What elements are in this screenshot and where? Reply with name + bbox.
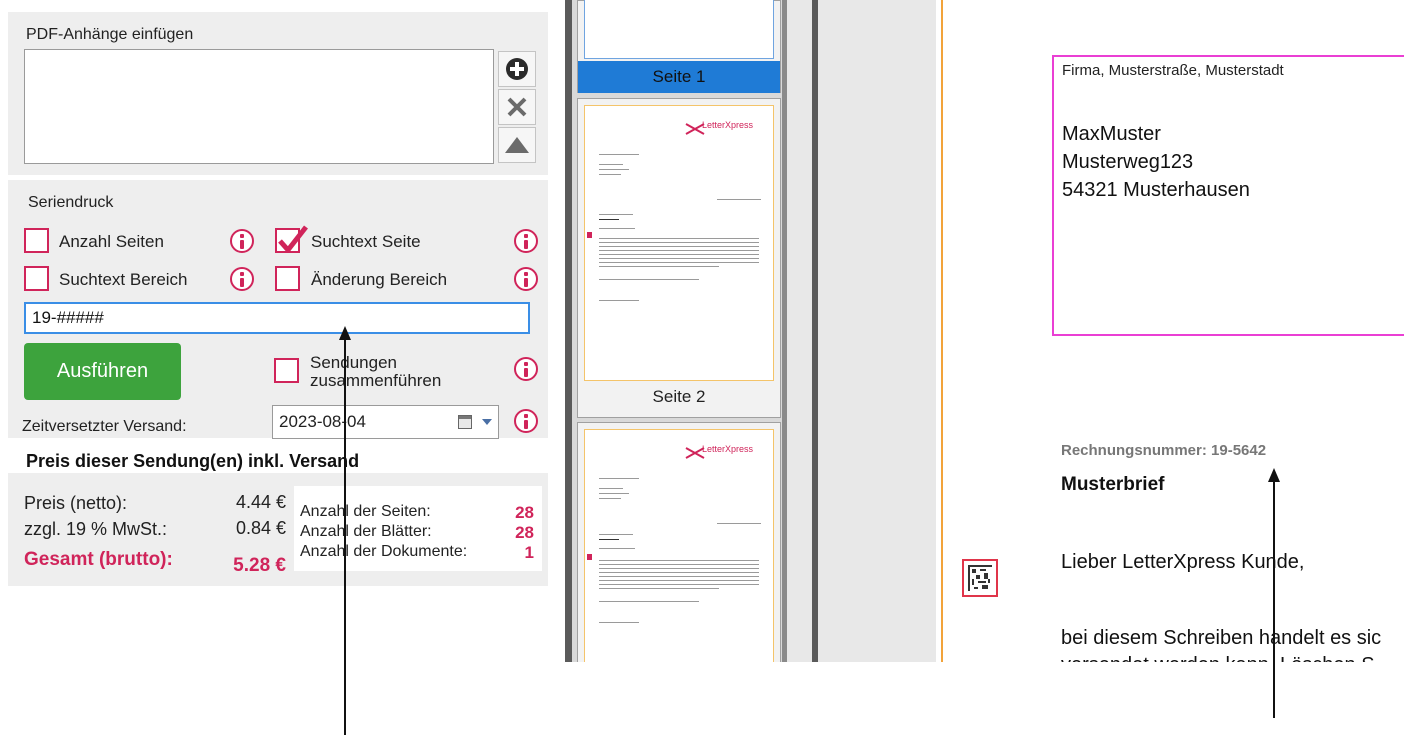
annotation-arrow-search [344,340,346,735]
chevron-down-icon[interactable] [482,419,492,425]
date-value: 2023-08-04 [279,412,366,431]
checkbox-search-area[interactable] [24,266,49,291]
info-icon[interactable] [514,357,538,381]
document-count-label: Anzahl der Dokumente: [300,543,468,560]
net-price-label: Preis (netto): [24,493,128,513]
thumbnail-divider-right [812,0,818,662]
run-button[interactable]: Ausführen [24,343,181,400]
serial-print-panel: Seriendruck Anzahl Seiten Suchtext Seite… [8,180,548,439]
attachments-list[interactable] [24,49,494,164]
date-picker[interactable]: 2023-08-04 [272,405,499,439]
page-preview: LetterXpress [584,429,774,669]
page-thumbnail-1[interactable]: Seite 1 [577,0,781,93]
page-border-line [941,0,943,662]
merge-shipments-line2: zusammenführen [310,371,442,390]
price-heading: Preis dieser Sendung(en) inkl. Versand [26,451,360,471]
page-label: Seite 1 [578,61,780,93]
info-icon[interactable] [514,229,538,253]
serial-print-title: Seriendruck [28,194,114,211]
price-summary: Preis (netto): 4.44 € zzgl. 19 % MwSt.: … [8,473,548,586]
logo-text: LetterXpress [701,120,753,130]
search-text-input[interactable] [24,302,530,334]
thumbnail-scrollbar[interactable] [782,0,787,662]
sheet-count-label: Anzahl der Blätter: [300,523,432,540]
total-price-label: Gesamt (brutto): [24,549,173,570]
vat-value: 0.84 € [235,518,286,538]
annotation-arrowhead-search [339,326,351,340]
checkbox-search-area-label: Suchtext Bereich [59,270,188,289]
net-price-value: 4.44 € [235,492,286,512]
delayed-shipping-label: Zeitversetzter Versand: [22,418,187,435]
add-attachment-button[interactable] [498,51,536,87]
vat-label: zzgl. 19 % MwSt.: [24,519,168,539]
logo-text: LetterXpress [701,444,753,454]
info-icon[interactable] [514,409,538,433]
datamatrix-code-icon [962,559,998,597]
thumbnail-divider-left [565,0,572,662]
page-count-value: 28 [515,503,534,522]
plus-circle-icon [506,58,528,80]
bottom-margin [0,662,1404,737]
sender-line: Firma, Musterstraße, Musterstadt [1062,62,1284,79]
calendar-icon[interactable] [458,415,472,429]
arrow-up-icon [505,137,529,153]
remove-attachment-button[interactable] [498,89,536,125]
total-price-value: 5.28 € [233,555,286,576]
checkbox-change-area-label: Änderung Bereich [311,270,448,289]
page-count-label: Anzahl der Seiten: [300,503,431,520]
check-icon [278,225,308,253]
info-icon[interactable] [230,229,254,253]
checkbox-search-page-label: Suchtext Seite [311,232,421,251]
recipient-street: Musterweg123 [1062,151,1194,173]
page-thumbnail-2[interactable]: LetterXpress Seite 2 [577,98,781,418]
document-title: Musterbrief [1061,474,1165,495]
invoice-number: Rechnungsnummer: 19-5642 [1061,442,1267,459]
attachments-title: PDF-Anhänge einfügen [26,26,194,43]
page-label: Seite 2 [652,387,706,406]
checkbox-page-count-label: Anzahl Seiten [59,232,164,251]
salutation: Lieber LetterXpress Kunde, [1061,551,1305,573]
checkbox-search-page[interactable] [275,225,308,253]
body-line-1: bei diesem Schreiben handelt es sic [1061,627,1382,649]
info-icon[interactable] [514,267,538,291]
annotation-arrow-invoice [1273,482,1275,718]
page-preview [584,0,774,59]
checkbox-page-count[interactable] [24,228,49,253]
document-counts: Anzahl der Seiten: 28 Anzahl der Blätter… [294,486,542,571]
page-preview: LetterXpress [584,105,774,381]
attachments-panel: PDF-Anhänge einfügen [8,12,548,175]
checkbox-change-area[interactable] [275,266,300,291]
annotation-arrowhead-invoice [1268,468,1280,482]
move-up-button[interactable] [498,127,536,163]
info-icon[interactable] [230,267,254,291]
document-count-value: 1 [524,543,534,562]
recipient-name: MaxMuster [1062,123,1161,145]
checkbox-merge-shipments[interactable] [274,358,299,383]
close-icon [507,97,527,117]
merge-shipments-line1: Sendungen [310,353,397,372]
sheet-count-value: 28 [515,523,534,542]
merge-shipments-label: Sendungen zusammenführen [310,354,441,390]
recipient-city: 54321 Musterhausen [1062,179,1250,201]
address-window: Firma, Musterstraße, Musterstadt MaxMust… [1052,55,1404,336]
page-thumbnail-3[interactable]: LetterXpress [577,422,781,669]
